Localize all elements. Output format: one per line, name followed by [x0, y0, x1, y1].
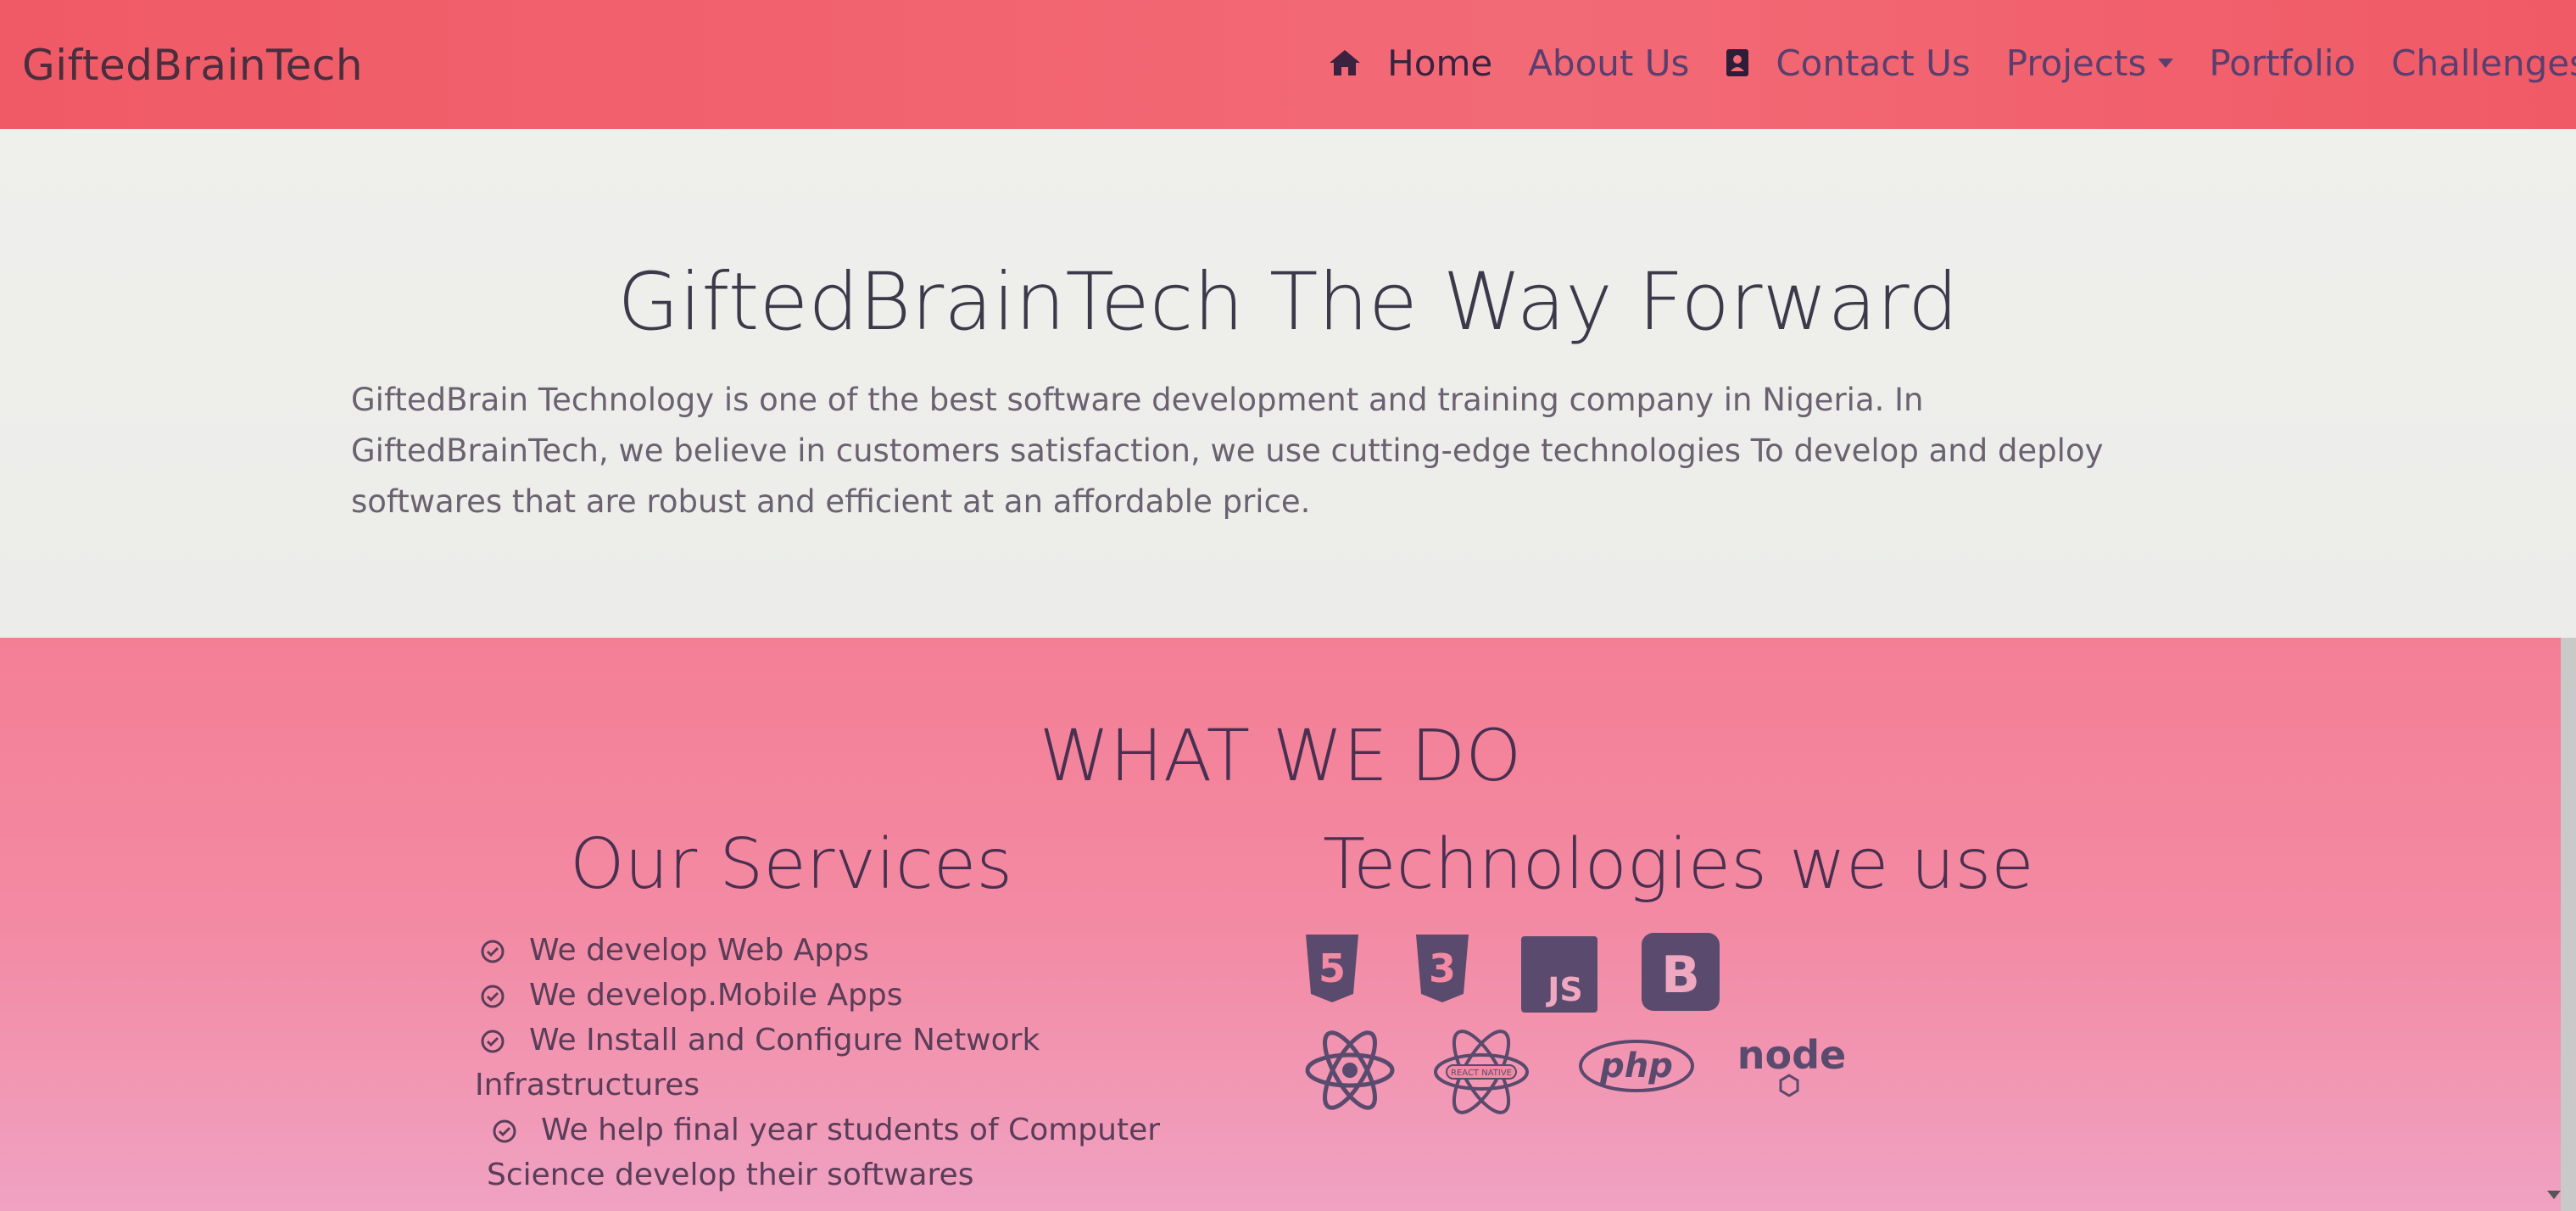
svg-text:node: node — [1737, 1033, 1846, 1078]
css3-icon: 3 — [1413, 933, 1472, 1004]
nav-home[interactable]: Home — [1328, 42, 1492, 84]
nav-portfolio-label: Portfolio — [2209, 42, 2356, 84]
service-text: We Install and Configure Network — [529, 1023, 1040, 1058]
what-we-do-title: WHAT WE DO — [1039, 714, 1522, 797]
nav-about[interactable]: About Us — [1528, 42, 1689, 84]
svg-text:B: B — [1661, 946, 1700, 1005]
nav-links: Home About Us Contact Us Projects Portfo… — [1328, 37, 2576, 88]
service-text: We help final year students of Computer — [541, 1113, 1161, 1147]
svg-text:JS: JS — [1545, 971, 1583, 1008]
services-title: Our Services — [570, 824, 1013, 905]
technologies-icons: 5 3 JS B REACT NATIVE php node — [1302, 933, 1896, 1119]
service-text-continued: Infrastructures — [475, 1068, 700, 1102]
nav-projects-label: Projects — [2005, 42, 2147, 84]
hero-title: GiftedBrainTech The Way Forward — [617, 256, 1959, 349]
contact-book-icon — [1725, 47, 1750, 78]
react-icon — [1302, 1028, 1397, 1113]
svg-text:REACT NATIVE: REACT NATIVE — [1451, 1069, 1512, 1078]
check-circle-icon — [480, 939, 505, 964]
nav-projects-dropdown[interactable]: Projects — [2006, 42, 2174, 84]
navbar: GiftedBrainTech Home About Us Contact Us… — [0, 0, 2576, 129]
list-item: We help final year students of Computer … — [480, 1108, 1243, 1197]
nodejs-icon: node — [1728, 1033, 1855, 1101]
svg-text:3: 3 — [1429, 946, 1456, 991]
nav-portfolio[interactable]: Portfolio — [2209, 42, 2356, 84]
list-item: We develop.Mobile Apps — [480, 973, 1243, 1018]
svg-text:5: 5 — [1319, 946, 1346, 991]
scrollbar[interactable] — [2561, 638, 2576, 1211]
nav-challenges-label: Challenges — [2391, 42, 2576, 84]
service-text-continued: Science develop their softwares — [487, 1158, 974, 1192]
nav-about-label: About Us — [1528, 42, 1690, 84]
nav-contact[interactable]: Contact Us — [1725, 42, 1971, 84]
bootstrap-icon: B — [1642, 933, 1720, 1011]
what-we-do-section: WHAT WE DO Our Services Technologies we … — [0, 638, 2561, 1211]
nav-contact-label: Contact Us — [1776, 42, 1971, 84]
check-circle-icon — [480, 984, 505, 1009]
scroll-down-arrow-icon[interactable] — [2547, 1191, 2561, 1199]
javascript-icon: JS — [1521, 936, 1597, 1013]
home-icon — [1328, 48, 1362, 77]
caret-down-icon — [2158, 58, 2174, 68]
html5-icon: 5 — [1302, 933, 1362, 1004]
svg-text:php: php — [1599, 1046, 1673, 1085]
php-icon: php — [1577, 1038, 1696, 1094]
hero-description: GiftedBrain Technology is one of the bes… — [351, 382, 2104, 520]
react-native-icon: REACT NATIVE — [1430, 1028, 1533, 1116]
nav-home-label: Home — [1387, 42, 1493, 84]
list-item: We Install and Configure Network Infrast… — [475, 1018, 1243, 1108]
check-circle-icon — [492, 1119, 517, 1144]
hero-section: GiftedBrainTech The Way Forward GiftedBr… — [0, 129, 2576, 638]
service-text: We develop Web Apps — [529, 933, 869, 968]
list-item: We develop Web Apps — [480, 928, 1243, 973]
service-text: We develop.Mobile Apps — [529, 978, 903, 1013]
check-circle-icon — [480, 1029, 505, 1054]
brand-logo[interactable]: GiftedBrainTech — [22, 41, 363, 90]
services-list: We develop Web Apps We develop.Mobile Ap… — [475, 928, 1243, 1197]
nav-challenges[interactable]: Challenges — [2391, 42, 2576, 84]
technologies-title: Technologies we use — [1323, 824, 2034, 905]
